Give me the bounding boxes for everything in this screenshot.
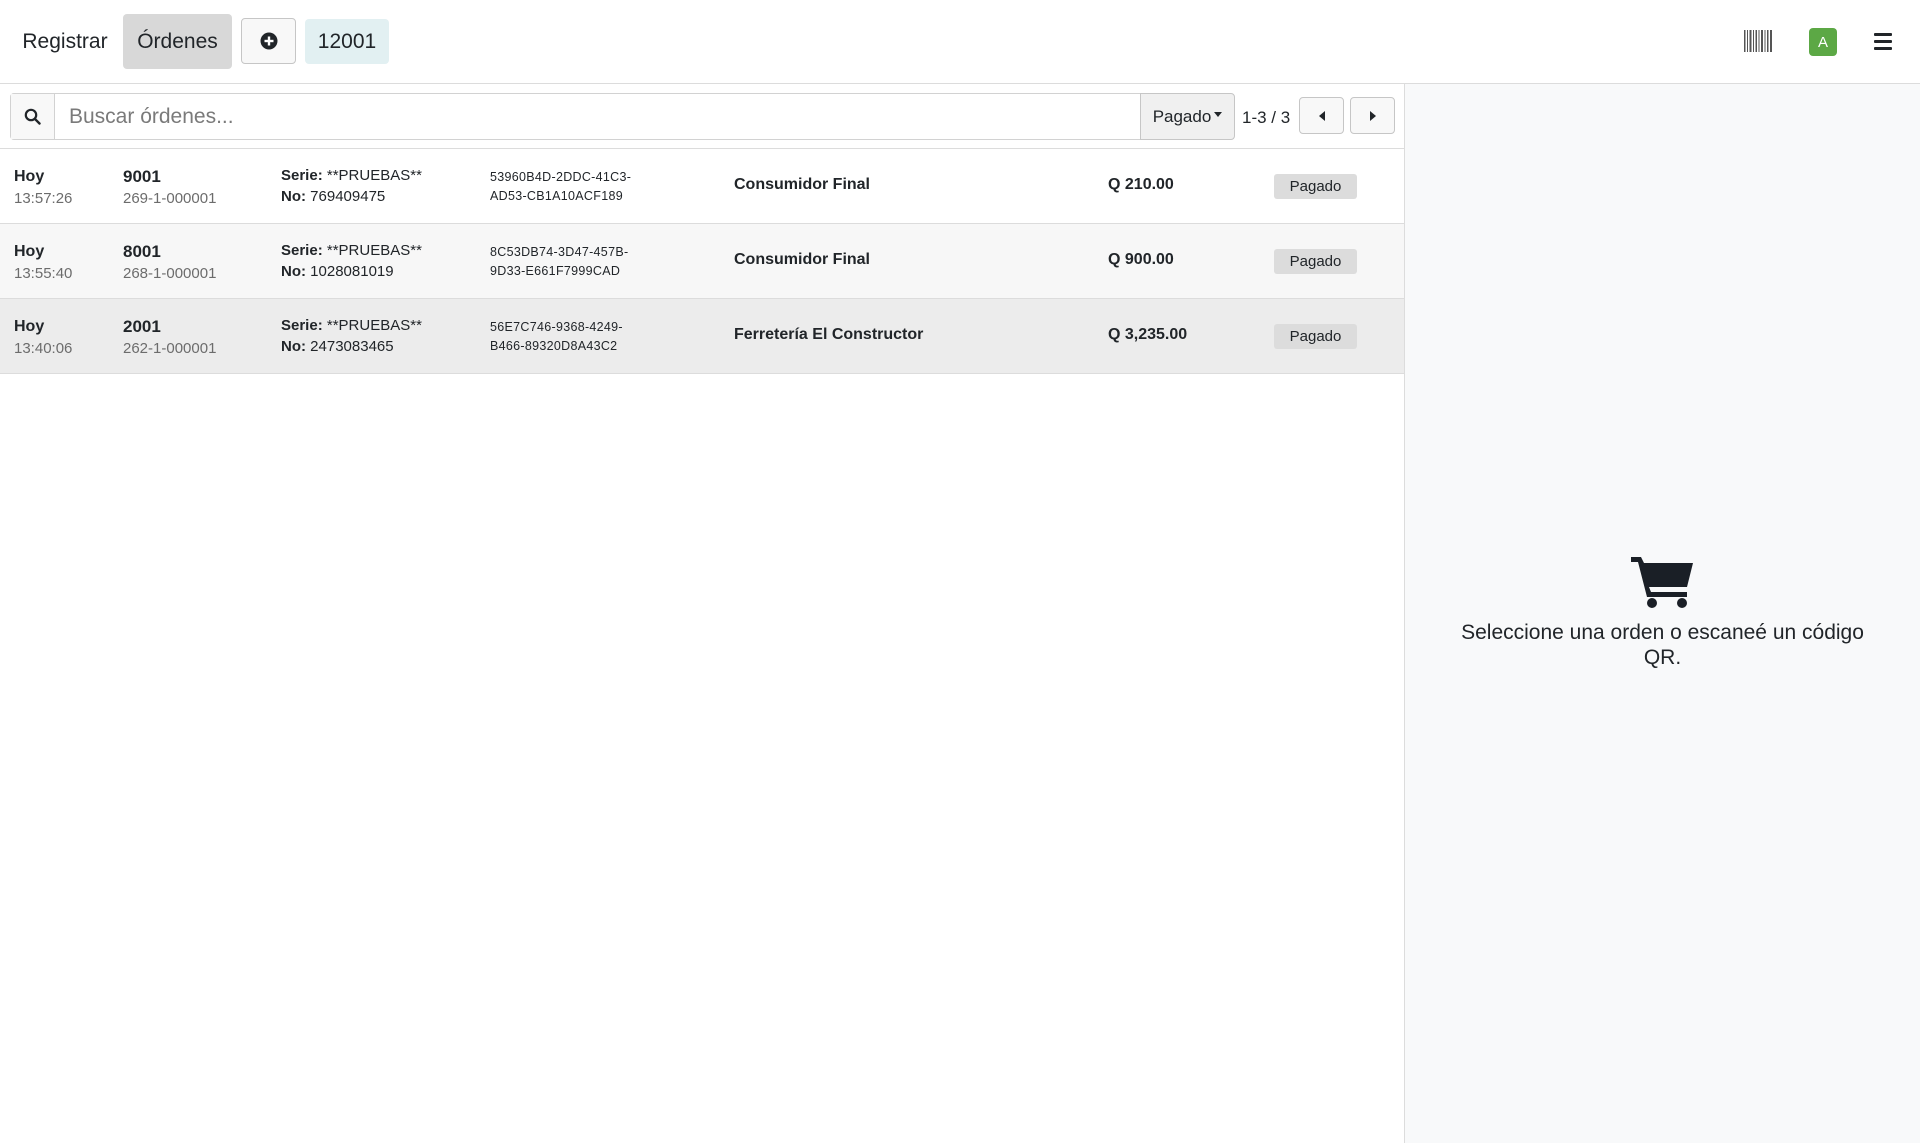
order-invoice: Serie: **PRUEBAS** No: 769409475	[281, 165, 422, 207]
order-customer: Consumidor Final	[734, 251, 870, 268]
order-date: Hoy 13:57:26	[14, 167, 72, 209]
serie-value: **PRUEBAS**	[326, 317, 422, 334]
current-order-badge[interactable]: 12001	[305, 19, 389, 64]
new-order-button[interactable]	[241, 18, 296, 64]
order-number: 9001 269-1-000001	[123, 167, 216, 209]
uuid-line-1: 56E7C746-9368-4249-	[490, 320, 623, 334]
search-bar: Pagado	[10, 93, 1235, 140]
next-page-button[interactable]	[1350, 97, 1395, 134]
order-day: Hoy	[14, 168, 45, 185]
no-label: No:	[281, 263, 306, 280]
user-avatar[interactable]: A	[1809, 28, 1837, 56]
serie-label: Serie:	[281, 317, 323, 334]
register-tab[interactable]: Registrar	[10, 14, 120, 69]
serie-value: **PRUEBAS**	[326, 167, 422, 184]
order-time: 13:55:40	[14, 265, 73, 282]
pager-count: 1-3 / 3	[1242, 108, 1291, 127]
serie-label: Serie:	[281, 167, 323, 184]
order-uuid: 53960B4D-2DDC-41C3- AD53-CB1A10ACF189	[490, 168, 690, 206]
uuid-line-2: 9D33-E661F7999CAD	[490, 264, 621, 278]
status-badge: Pagado	[1274, 174, 1357, 199]
orders-list: Hoy 13:57:26 9001 269-1-000001 Serie: **…	[0, 148, 1404, 374]
no-value: 2473083465	[310, 338, 394, 355]
order-number: 2001 262-1-000001	[123, 317, 216, 359]
order-row[interactable]: Hoy 13:55:40 8001 268-1-000001 Serie: **…	[0, 224, 1404, 299]
order-total: Q 210.00	[1108, 176, 1174, 193]
order-date: Hoy 13:40:06	[14, 317, 72, 359]
order-customer: Ferretería El Constructor	[734, 326, 924, 343]
serie-value: **PRUEBAS**	[326, 242, 422, 259]
order-date: Hoy 13:55:40	[14, 242, 72, 284]
barcode-icon[interactable]	[1744, 30, 1772, 52]
order-total: Q 3,235.00	[1108, 326, 1188, 343]
prev-page-button[interactable]	[1299, 97, 1344, 134]
search-input[interactable]	[56, 94, 1139, 139]
order-id: 2001	[123, 317, 161, 336]
order-day: Hoy	[14, 318, 45, 335]
caret-down-icon	[1214, 112, 1223, 117]
order-detail-pane: Seleccione una orden o escaneé un código…	[1405, 84, 1920, 1143]
plus-circle-icon	[260, 32, 277, 50]
order-id: 9001	[123, 167, 161, 186]
order-time: 13:57:26	[14, 190, 73, 207]
order-uuid: 8C53DB74-3D47-457B- 9D33-E661F7999CAD	[490, 243, 690, 281]
order-time: 13:40:06	[14, 340, 73, 357]
order-reference: 269-1-000001	[123, 190, 217, 207]
search-button[interactable]	[11, 94, 55, 139]
order-total: Q 900.00	[1108, 251, 1174, 268]
no-value: 1028081019	[310, 263, 394, 280]
uuid-line-2: AD53-CB1A10ACF189	[490, 189, 623, 203]
order-id: 8001	[123, 242, 161, 261]
order-reference: 268-1-000001	[123, 265, 217, 282]
shopping-cart-icon	[1631, 557, 1693, 608]
orders-pane: Pagado 1-3 / 3 Hoy 13:57:26 9001 269-1-0…	[0, 84, 1405, 1143]
order-reference: 262-1-000001	[123, 340, 217, 357]
orders-tab[interactable]: Órdenes	[123, 14, 232, 69]
status-filter-label: Pagado	[1152, 106, 1212, 126]
order-number: 8001 268-1-000001	[123, 242, 216, 284]
hamburger-icon[interactable]	[1874, 33, 1892, 50]
order-uuid: 56E7C746-9368-4249- B466-89320D8A43C2	[490, 318, 690, 356]
no-label: No:	[281, 338, 306, 355]
top-navbar: Registrar Órdenes 12001 A	[0, 0, 1920, 84]
status-badge: Pagado	[1274, 324, 1357, 349]
no-value: 769409475	[310, 188, 386, 205]
serie-label: Serie:	[281, 242, 323, 259]
status-filter-dropdown[interactable]: Pagado	[1140, 93, 1235, 140]
uuid-line-1: 53960B4D-2DDC-41C3-	[490, 170, 632, 184]
order-invoice: Serie: **PRUEBAS** No: 1028081019	[281, 240, 422, 282]
uuid-line-2: B466-89320D8A43C2	[490, 339, 618, 353]
order-row[interactable]: Hoy 13:57:26 9001 269-1-000001 Serie: **…	[0, 149, 1404, 224]
empty-state-message: Seleccione una orden o escaneé un código…	[1461, 621, 1864, 669]
status-badge: Pagado	[1274, 249, 1357, 274]
order-row[interactable]: Hoy 13:40:06 2001 262-1-000001 Serie: **…	[0, 299, 1404, 374]
order-invoice: Serie: **PRUEBAS** No: 2473083465	[281, 315, 422, 357]
order-customer: Consumidor Final	[734, 176, 870, 193]
uuid-line-1: 8C53DB74-3D47-457B-	[490, 245, 629, 259]
no-label: No:	[281, 188, 306, 205]
caret-left-icon	[1318, 110, 1325, 121]
order-day: Hoy	[14, 243, 45, 260]
caret-right-icon	[1369, 110, 1376, 121]
search-icon	[24, 108, 41, 125]
